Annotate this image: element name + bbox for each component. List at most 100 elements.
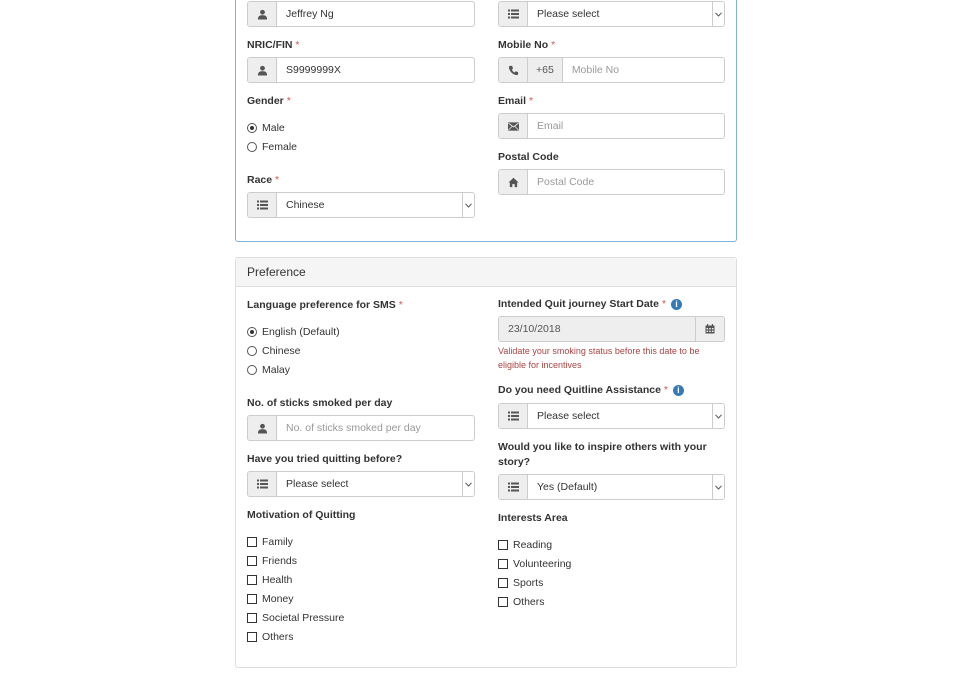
assistance-label-text: Do you need Quitline Assistance — [498, 384, 661, 396]
tried-select[interactable]: Please select — [247, 471, 475, 497]
phone-icon — [499, 58, 528, 82]
interests-checkbox-reading[interactable]: Reading — [498, 538, 552, 552]
checkbox[interactable] — [247, 575, 257, 585]
required-mark: * — [551, 39, 556, 51]
interests-checkbox-others[interactable]: Others — [498, 595, 545, 609]
nric-field[interactable]: S9999999X — [247, 57, 475, 83]
checkbox[interactable] — [498, 540, 508, 550]
required-mark: * — [275, 174, 280, 186]
tried-value: Please select — [286, 478, 349, 490]
checkbox[interactable] — [247, 537, 257, 547]
email-label-text: Email — [498, 95, 527, 107]
motivation-checkbox-others[interactable]: Others — [247, 630, 294, 644]
assistance-select[interactable]: Please select — [498, 403, 725, 429]
language-radio-chinese[interactable]: Chinese — [247, 344, 301, 358]
radio-label: English (Default) — [262, 326, 340, 338]
checkbox-label: Money — [262, 593, 294, 605]
list-icon — [248, 193, 277, 217]
checkbox-label: Reading — [513, 539, 553, 551]
checkbox[interactable] — [498, 578, 508, 588]
mobile-input[interactable]: Mobile No — [563, 58, 724, 82]
mobile-label-text: Mobile No — [498, 39, 549, 51]
radio-button[interactable] — [247, 123, 257, 133]
email-label: Email * — [498, 94, 533, 109]
checkbox-label: Others — [513, 596, 545, 608]
mobile-label: Mobile No * — [498, 38, 555, 53]
language-radio-malay[interactable]: Malay — [247, 363, 290, 377]
chevron-down-icon — [712, 404, 724, 428]
user-icon — [248, 58, 277, 82]
chevron-down-icon — [462, 472, 474, 496]
race-value: Chinese — [286, 199, 325, 211]
interests-label-text: Interests Area — [498, 512, 568, 524]
postal-label-text: Postal Code — [498, 151, 559, 163]
list-icon — [499, 475, 528, 499]
quit-date-label: Intended Quit journey Start Date * i — [498, 297, 682, 312]
checkbox-label: Societal Pressure — [262, 612, 345, 624]
required-mark: * — [663, 384, 668, 396]
gender-label: Gender * — [247, 94, 291, 109]
user-icon — [248, 2, 277, 26]
race-select[interactable]: Chinese — [247, 192, 475, 218]
checkbox[interactable] — [247, 613, 257, 623]
motivation-checkbox-societal-pressure[interactable]: Societal Pressure — [247, 611, 344, 625]
home-icon — [499, 170, 528, 194]
quit-date-hint: Validate your smoking status before this… — [498, 344, 699, 372]
sticks-field[interactable]: No. of sticks smoked per day — [247, 415, 475, 441]
list-icon — [248, 472, 277, 496]
race-label: Race * — [247, 173, 279, 188]
name-value: Jeffrey Ng — [286, 8, 334, 20]
gender-radio-male[interactable]: Male — [247, 121, 285, 135]
language-radio-english[interactable]: English (Default) — [247, 325, 340, 339]
interests-checkbox-volunteering[interactable]: Volunteering — [498, 557, 571, 571]
quit-date-field[interactable]: 23/10/2018 — [498, 316, 725, 342]
chevron-down-icon — [712, 475, 724, 499]
info-icon[interactable]: i — [670, 299, 682, 310]
inspire-value: Yes (Default) — [537, 481, 598, 493]
required-mark: * — [286, 95, 291, 107]
inspire-select[interactable]: Yes (Default) — [498, 474, 725, 500]
radio-button[interactable] — [247, 346, 257, 356]
required-mark: * — [295, 39, 300, 51]
info-icon[interactable]: i — [672, 385, 684, 396]
radio-label: Chinese — [262, 345, 301, 357]
postal-input[interactable]: Postal Code — [528, 170, 724, 194]
name-field[interactable]: Jeffrey Ng — [247, 1, 475, 27]
checkbox[interactable] — [498, 597, 508, 607]
radio-button[interactable] — [247, 327, 257, 337]
checkbox-label: Sports — [513, 577, 544, 589]
required-mark: * — [398, 299, 403, 311]
radio-label: Male — [262, 122, 285, 134]
motivation-checkbox-family[interactable]: Family — [247, 535, 293, 549]
checkbox[interactable] — [247, 632, 257, 642]
sticks-input[interactable]: No. of sticks smoked per day — [277, 416, 474, 440]
checkbox-label: Health — [262, 574, 293, 586]
interests-checkbox-sports[interactable]: Sports — [498, 576, 543, 590]
tried-label-text: Have you tried quitting before? — [247, 453, 403, 465]
radio-label: Female — [262, 141, 298, 153]
sticks-label-text: No. of sticks smoked per day — [247, 397, 393, 409]
checkbox[interactable] — [247, 556, 257, 566]
calendar-icon[interactable] — [695, 317, 724, 341]
mobile-field[interactable]: +65 Mobile No — [498, 57, 725, 83]
email-field[interactable]: Email — [498, 113, 725, 139]
gender-radio-female[interactable]: Female — [247, 140, 297, 154]
checkbox[interactable] — [247, 594, 257, 604]
tried-label: Have you tried quitting before? — [247, 452, 402, 467]
email-input[interactable]: Email — [528, 114, 724, 138]
checkbox[interactable] — [498, 559, 508, 569]
top-right-select[interactable]: Please select — [498, 1, 725, 27]
inspire-label-line: story? — [498, 456, 531, 468]
nric-label: NRIC/FIN * — [247, 38, 300, 53]
inspire-label: Would you like to inspire others with yo… — [498, 440, 707, 470]
motivation-checkbox-money[interactable]: Money — [247, 592, 294, 606]
quit-date-value: 23/10/2018 — [499, 317, 695, 341]
motivation-checkbox-friends[interactable]: Friends — [247, 554, 297, 568]
motivation-checkbox-health[interactable]: Health — [247, 573, 292, 587]
panel-heading: Preference — [236, 258, 736, 287]
postal-field[interactable]: Postal Code — [498, 169, 725, 195]
radio-button[interactable] — [247, 142, 257, 152]
radio-button[interactable] — [247, 365, 257, 375]
checkbox-label: Friends — [262, 555, 298, 567]
nric-value: S9999999X — [286, 64, 341, 76]
